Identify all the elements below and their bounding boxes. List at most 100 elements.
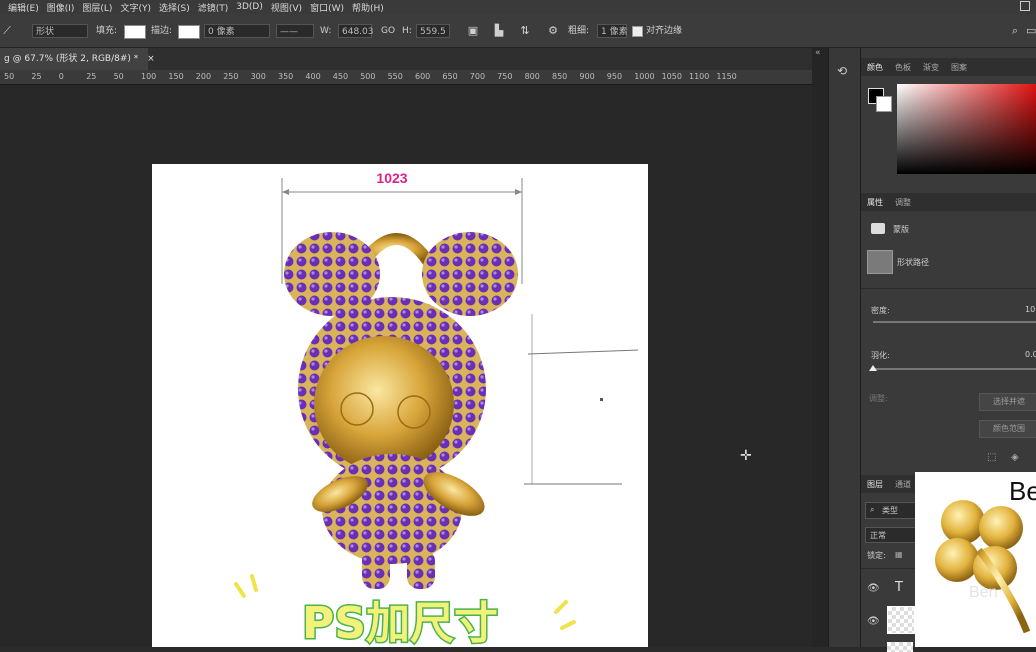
center-marker — [600, 398, 603, 401]
right-leg — [407, 549, 435, 589]
density-slider[interactable] — [873, 321, 1036, 323]
fill-swatch[interactable] — [124, 25, 146, 39]
thickness-field[interactable]: 1 像素 — [597, 24, 628, 38]
ruler-tick-label: 400 — [305, 72, 321, 81]
menu-filter[interactable]: 滤镜(T) — [198, 1, 229, 14]
ruler-tick-label: 200 — [195, 72, 212, 81]
mask-icon — [871, 223, 885, 234]
tool-preset-icon[interactable]: ⟋ — [0, 24, 14, 38]
crosshair-cursor-icon: ✛ — [740, 448, 752, 464]
shape-mode-select[interactable]: 形状 — [32, 24, 88, 38]
left-leg — [362, 549, 390, 589]
ruler-tick-label: 150 — [168, 72, 184, 81]
feather-slider[interactable] — [873, 368, 1036, 370]
ruler-tick-label: 50 — [113, 72, 124, 81]
menu-3d[interactable]: 3D(D) — [236, 2, 263, 12]
menu-help[interactable]: 帮助(H) — [352, 1, 384, 14]
menu-image[interactable]: 图像(I) — [47, 1, 75, 14]
layer-visibility-eye-icon[interactable]: 👁 — [867, 616, 880, 627]
document-canvas[interactable]: 1023 PS加尺寸 — [152, 164, 648, 647]
ruler-tick-label: 950 — [606, 72, 623, 81]
menu-layer[interactable]: 图层(L) — [82, 1, 112, 14]
shape-path-thumbnail[interactable] — [867, 250, 893, 274]
menu-edit[interactable]: 编辑(E) — [8, 1, 39, 14]
tab-channels[interactable]: 通道 — [895, 479, 911, 490]
stroke-swatch[interactable] — [178, 25, 200, 39]
ruler-tick-label: 1050 — [661, 72, 682, 81]
collapse-panels-icon[interactable]: « — [815, 48, 821, 58]
path-alignment-icon[interactable]: ▙ — [492, 24, 506, 38]
width-field[interactable]: 648.03 — [338, 24, 374, 38]
background-color-swatch[interactable] — [876, 96, 892, 112]
ruler-tick-label: 350 — [278, 72, 294, 81]
tab-gradients[interactable]: 渐变 — [923, 62, 939, 73]
color-panel-tabs: 颜色 色板 渐变 图案 — [861, 58, 1036, 76]
tab-properties[interactable]: 属性 — [867, 197, 883, 208]
lock-transparent-icon[interactable]: ▦ — [895, 550, 903, 559]
history-panel-icon[interactable]: ⟲ — [837, 64, 853, 80]
sparkle-left-2 — [250, 574, 258, 592]
link-dimensions-icon[interactable]: GO — [381, 24, 395, 38]
pendant-body — [322, 454, 462, 564]
ruler-tick-label: 1150 — [716, 72, 737, 81]
text-layer-icon: T — [895, 580, 903, 595]
blend-mode-select[interactable]: 正常 — [865, 527, 917, 543]
menu-view[interactable]: 视图(V) — [271, 1, 302, 14]
window-maximize-icon[interactable] — [1020, 1, 1030, 11]
color-picker-field[interactable] — [897, 84, 1036, 174]
path-arrangement-icon[interactable]: ⇅ — [518, 24, 532, 38]
search-icon[interactable]: ⌕ — [1008, 24, 1022, 38]
ruler-tick-label: 0 — [58, 72, 64, 81]
menu-select[interactable]: 选择(S) — [159, 1, 190, 14]
stroke-width-field[interactable]: 0 像素 — [204, 24, 270, 38]
align-edges-label: 对齐边缘 — [646, 26, 683, 36]
ruler-tick-label: 450 — [332, 72, 349, 81]
settings-gear-icon[interactable]: ⚙ — [546, 24, 560, 38]
properties-panel-tabs: 属性 调整 — [861, 193, 1036, 211]
dimension-label: 1023 — [376, 170, 407, 186]
ruler-tick-label: 750 — [497, 72, 513, 81]
layer-thumbnail[interactable] — [887, 642, 913, 652]
feather-value[interactable]: 0.0 — [1025, 350, 1036, 359]
lock-label: 锁定: — [867, 551, 886, 560]
load-selection-icon[interactable]: ⬚ — [987, 452, 996, 463]
ruler-tick-label: 800 — [524, 72, 540, 81]
sparkle-right-1 — [554, 600, 568, 614]
ruler-tick-label: 600 — [415, 72, 431, 81]
w-label: W: — [320, 26, 332, 36]
height-field[interactable]: 559.5 — [416, 24, 450, 38]
tab-color[interactable]: 颜色 — [867, 62, 883, 73]
ruler-tick-label: 250 — [223, 72, 239, 81]
path-operations-icon[interactable]: ▣ — [466, 24, 480, 38]
ruler-tick-label: 900 — [579, 72, 595, 81]
layer-visibility-eye-icon[interactable]: 👁 — [867, 583, 880, 594]
menu-window[interactable]: 窗口(W) — [310, 1, 344, 14]
document-tab-bar: g @ 67.7% (形状 2, RGB/8#) * × — [0, 48, 828, 71]
feather-slider-handle[interactable] — [869, 365, 877, 371]
feather-label: 羽化: — [871, 351, 890, 360]
h-label: H: — [402, 26, 412, 36]
tab-adjustments[interactable]: 调整 — [895, 197, 911, 208]
stroke-type-select[interactable]: —— — [276, 24, 314, 38]
tab-swatches[interactable]: 色板 — [895, 62, 911, 73]
select-and-mask-button[interactable]: 选择并遮 — [979, 393, 1036, 411]
apply-mask-icon[interactable]: ◈ — [1011, 452, 1019, 463]
document-tab[interactable]: g @ 67.7% (形状 2, RGB/8#) * × — [0, 48, 155, 70]
workspace-icon[interactable]: ▭ — [1026, 24, 1036, 38]
layer-kind-filter[interactable]: ⌕ 类型 — [865, 502, 917, 519]
color-range-button[interactable]: 颜色范围 — [979, 420, 1036, 438]
menu-type[interactable]: 文字(Y) — [120, 1, 151, 14]
close-tab-icon[interactable]: × — [147, 54, 155, 64]
stroke-label: 描边: — [151, 26, 173, 36]
dimension-arrow-left — [282, 189, 289, 195]
right-ear — [422, 232, 518, 316]
tab-patterns[interactable]: 图案 — [951, 62, 967, 73]
layer-thumbnail[interactable] — [887, 606, 915, 634]
ruler-tick-label: 850 — [552, 72, 568, 81]
align-edges-checkbox[interactable] — [632, 26, 643, 37]
shape-path-label: 形状路径 — [897, 258, 929, 267]
density-value[interactable]: 10 — [1025, 305, 1035, 314]
clover-icon — [935, 500, 1031, 634]
tab-layers[interactable]: 图层 — [867, 479, 883, 490]
density-label: 密度: — [871, 306, 890, 315]
